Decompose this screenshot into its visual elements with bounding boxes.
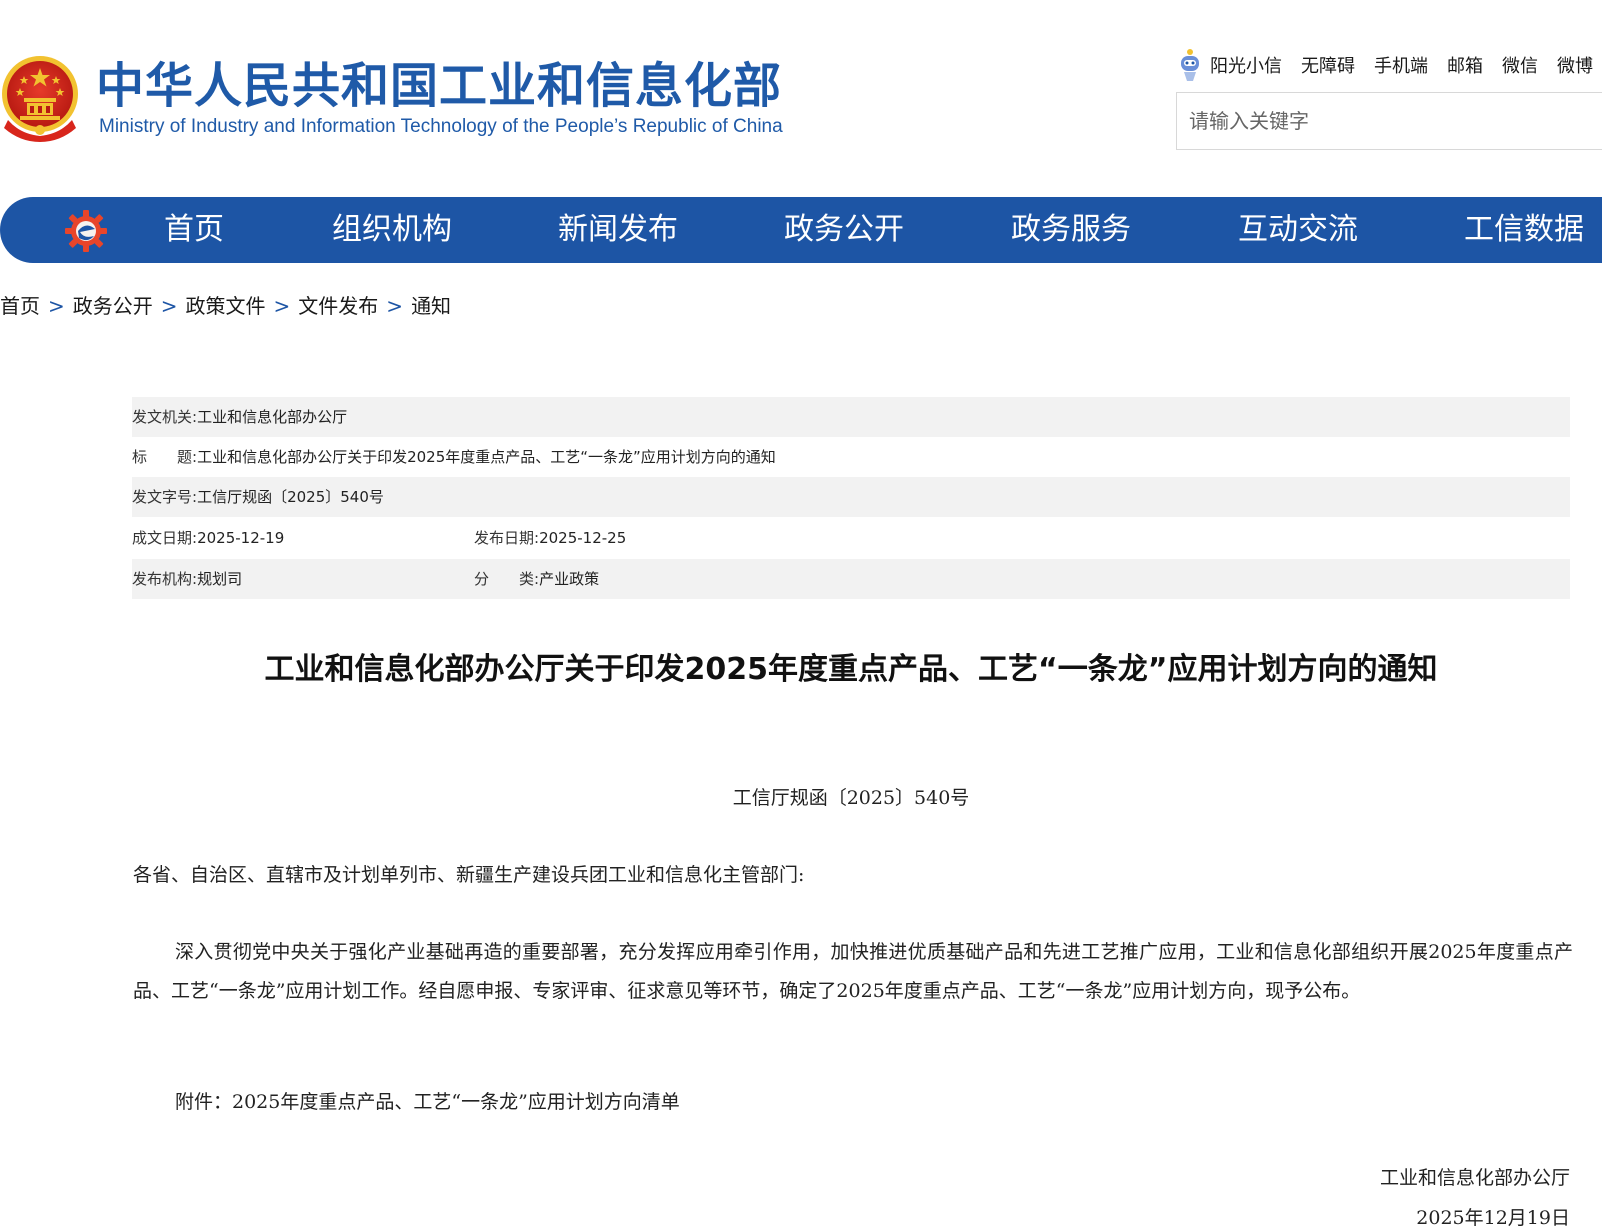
search-input[interactable]: [1177, 93, 1602, 149]
doc-number-label: 发文字号:: [132, 488, 198, 506]
written-date-value: 2025-12-19: [197, 529, 285, 547]
title-value: 工业和信息化部办公厅关于印发2025年度重点产品、工艺“一条龙”应用计划方向的通…: [197, 448, 776, 466]
publisher-value: 规划司: [197, 570, 243, 588]
signature-organization: 工业和信息化部办公厅: [1379, 1167, 1570, 1189]
issuer-value: 工业和信息化部办公厅: [197, 408, 348, 426]
article-paragraph: 深入贯彻党中央关于强化产业基础再造的重要部署，充分发挥应用牵引作用，加快推进优质…: [133, 941, 1573, 1002]
info-row-title: 标 题:工业和信息化部办公厅关于印发2025年度重点产品、工艺“一条龙”应用计划…: [132, 437, 1570, 477]
nav-item-interaction[interactable]: 互动交流: [1238, 197, 1358, 263]
nav-item-data[interactable]: 工信数据: [1464, 197, 1584, 263]
search-box: [1176, 92, 1602, 150]
site-header: 中华人民共和国工业和信息化部 Ministry of Industry and …: [0, 0, 1602, 190]
article-doc-number: 工信厅规函〔2025〕540号: [732, 787, 970, 809]
top-link-accessibility[interactable]: 无障碍: [1301, 52, 1355, 78]
info-row-doc-number: 发文字号:工信厅规函〔2025〕540号: [132, 477, 1570, 517]
breadcrumb: 首页 > 政务公开 > 政策文件 > 文件发布 > 通知: [0, 290, 451, 319]
nav-item-organization[interactable]: 组织机构: [332, 197, 452, 263]
doc-number-value: 工信厅规函〔2025〕540号: [197, 488, 384, 506]
publish-date-label: 发布日期:: [474, 529, 540, 547]
info-row-publisher: 发布机构:规划司 分 类:产业政策: [132, 559, 1570, 599]
attachment-link[interactable]: 附件：2025年度重点产品、工艺“一条龙”应用计划方向清单: [175, 1087, 680, 1114]
title-label: 标 题:: [132, 448, 198, 466]
info-row-dates: 成文日期:2025-12-19 发布日期:2025-12-25: [132, 517, 1570, 559]
article-title: 工业和信息化部办公厅关于印发2025年度重点产品、工艺“一条龙”应用计划方向的通…: [264, 652, 1438, 687]
top-link-mobile[interactable]: 手机端: [1374, 52, 1428, 78]
top-link-wechat[interactable]: 微信: [1502, 52, 1538, 78]
top-link-sunshine-xiaoxin[interactable]: 阳光小信: [1210, 52, 1282, 78]
breadcrumb-separator: >: [48, 294, 65, 318]
site-title[interactable]: 中华人民共和国工业和信息化部: [96, 58, 782, 114]
nav-item-government-services[interactable]: 政务服务: [1011, 197, 1131, 263]
site-subtitle: Ministry of Industry and Information Tec…: [99, 116, 783, 137]
breadcrumb-policy-documents[interactable]: 政策文件: [186, 294, 266, 318]
nav-item-home[interactable]: 首页: [164, 197, 224, 263]
publish-date-value: 2025-12-25: [539, 529, 627, 547]
main-nav: 首页 组织机构 新闻发布 政务公开 政务服务 互动交流 工信数据: [0, 197, 1602, 263]
info-row-issuer: 发文机关:工业和信息化部办公厅: [132, 397, 1570, 437]
written-date-label: 成文日期:: [132, 529, 198, 547]
breadcrumb-separator: >: [386, 294, 404, 318]
signature-date: 2025年12月19日: [1416, 1207, 1570, 1229]
assistant-robot-icon[interactable]: [1178, 48, 1202, 82]
category-label: 分 类:: [474, 570, 540, 588]
breadcrumb-home[interactable]: 首页: [0, 294, 40, 318]
ministry-logo-icon[interactable]: [64, 209, 108, 253]
top-link-mailbox[interactable]: 邮箱: [1447, 52, 1483, 78]
breadcrumb-separator: >: [273, 294, 291, 318]
top-link-weibo[interactable]: 微博: [1557, 52, 1593, 78]
nav-item-news[interactable]: 新闻发布: [558, 197, 678, 263]
breadcrumb-government-affairs[interactable]: 政务公开: [73, 294, 153, 318]
breadcrumb-document-release[interactable]: 文件发布: [298, 294, 378, 318]
national-emblem-icon[interactable]: [0, 54, 80, 142]
nav-item-government-affairs[interactable]: 政务公开: [784, 197, 904, 263]
publisher-label: 发布机构:: [132, 570, 198, 588]
breadcrumb-notice[interactable]: 通知: [411, 294, 451, 318]
category-value: 产业政策: [539, 570, 600, 588]
article-salutation: 各省、自治区、直辖市及计划单列市、新疆生产建设兵团工业和信息化主管部门:: [133, 864, 805, 886]
breadcrumb-separator: >: [160, 294, 178, 318]
issuer-label: 发文机关:: [132, 408, 198, 426]
top-links: 阳光小信 无障碍 手机端 邮箱 微信 微博: [1178, 48, 1602, 82]
document-info-table: 发文机关:工业和信息化部办公厅 标 题:工业和信息化部办公厅关于印发2025年度…: [132, 397, 1570, 599]
